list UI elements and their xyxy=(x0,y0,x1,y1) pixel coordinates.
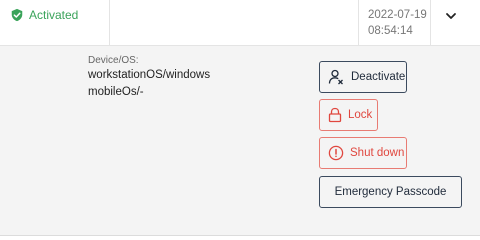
deactivate-button[interactable]: Deactivate xyxy=(319,61,407,93)
lock-button[interactable]: Lock xyxy=(319,99,378,131)
status-text: Activated xyxy=(29,8,79,22)
emergency-passcode-label: Emergency Passcode xyxy=(334,186,447,198)
shutdown-button[interactable]: Shut down xyxy=(319,137,407,169)
column-divider xyxy=(430,0,431,46)
device-details-panel: Device/OS: workstationOS/windows mobileO… xyxy=(0,46,480,236)
lock-icon xyxy=(328,107,342,123)
emergency-passcode-button[interactable]: Emergency Passcode xyxy=(319,176,462,208)
shutdown-label: Shut down xyxy=(350,147,405,159)
column-divider xyxy=(358,0,359,46)
status-indicator: Activated xyxy=(10,8,78,22)
shield-check-icon xyxy=(11,8,23,22)
device-os-item: workstationOS/windows xyxy=(88,69,211,81)
chevron-down-icon[interactable] xyxy=(444,9,458,23)
lock-label: Lock xyxy=(348,109,373,121)
column-divider xyxy=(109,0,110,46)
deactivate-label: Deactivate xyxy=(351,71,406,83)
device-row: Activated 2022-07-19 08:54:14 xyxy=(0,0,480,46)
power-icon xyxy=(328,145,344,161)
activation-date: 2022-07-19 xyxy=(368,9,427,21)
user-remove-icon xyxy=(328,69,343,85)
divider xyxy=(0,236,480,238)
device-os-label: Device/OS: xyxy=(88,55,139,66)
device-os-item: mobileOs/- xyxy=(88,86,144,98)
activation-time: 08:54:14 xyxy=(368,25,413,37)
activation-datetime: 2022-07-19 08:54:14 xyxy=(368,7,427,39)
